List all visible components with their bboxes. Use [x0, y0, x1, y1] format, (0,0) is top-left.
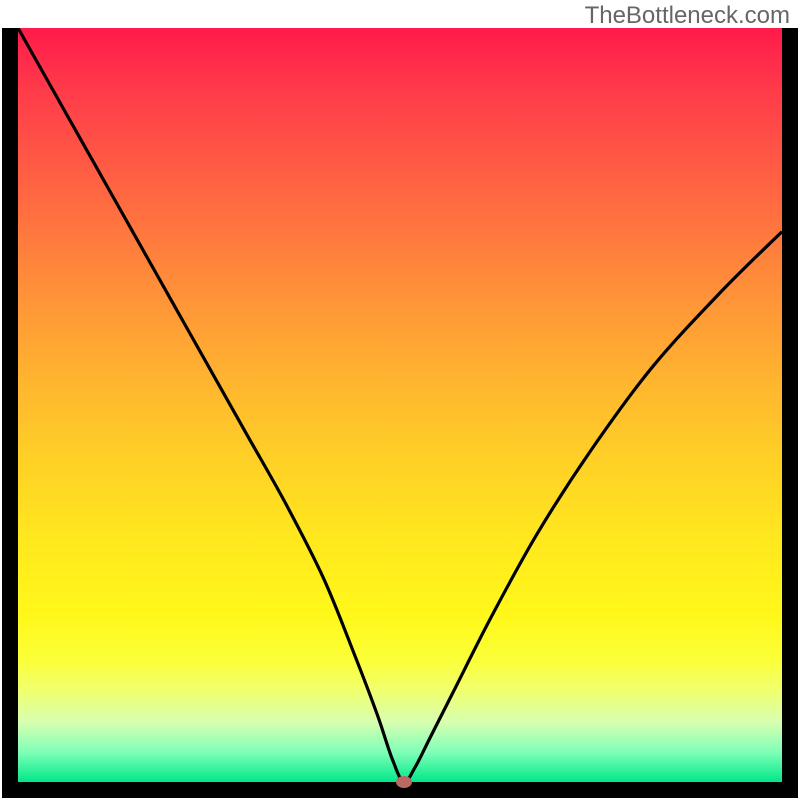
chart-container: TheBottleneck.com — [0, 0, 800, 800]
optimum-marker — [396, 776, 412, 788]
bottleneck-curve — [18, 28, 782, 782]
watermark-text: TheBottleneck.com — [585, 2, 790, 30]
